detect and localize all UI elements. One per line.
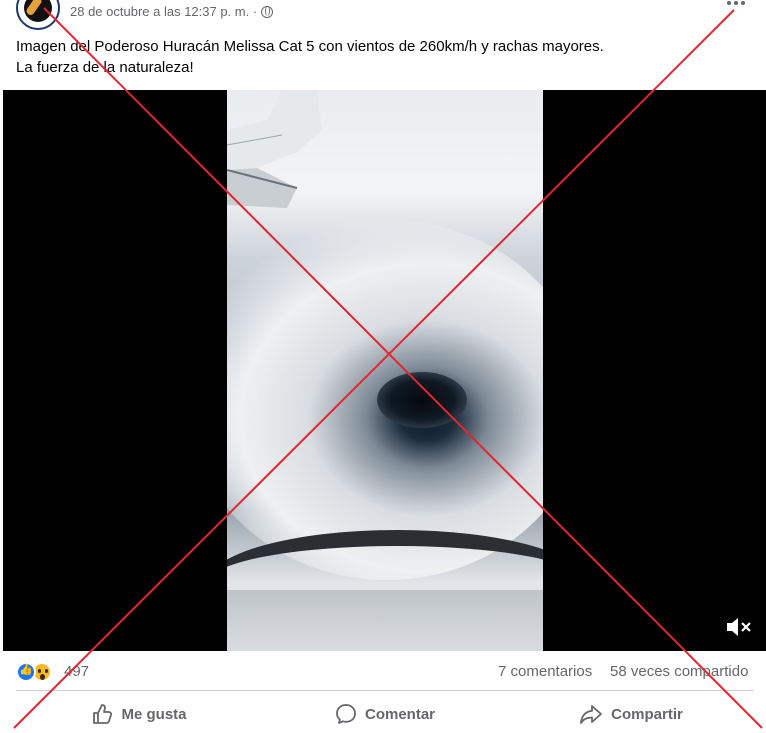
caption-line-1: Imagen del Poderoso Huracán Melissa Cat … <box>16 38 604 55</box>
share-icon <box>580 705 603 724</box>
like-reaction-icon[interactable] <box>16 662 36 682</box>
post-actions: Me gusta Comentar Compartir <box>16 696 754 732</box>
comment-label: Comentar <box>364 705 435 723</box>
globe-icon <box>261 5 274 18</box>
volume-muted-icon[interactable] <box>725 616 753 638</box>
post-timestamp[interactable]: 28 de octubre a las 12:37 p. m. · <box>70 4 274 19</box>
hurricane-eye <box>377 372 467 428</box>
post-header: 28 de octubre a las 12:37 p. m. · <box>0 0 766 30</box>
share-count[interactable]: 58 veces compartido <box>610 663 748 680</box>
post-caption: Imagen del Poderoso Huracán Melissa Cat … <box>16 36 746 78</box>
caption-line-2: La fuerza de la naturaleza! <box>16 59 194 76</box>
share-button[interactable]: Compartir <box>508 696 754 732</box>
page-avatar[interactable] <box>16 0 60 30</box>
airplane-wing <box>227 90 322 208</box>
video-player[interactable] <box>3 90 766 651</box>
video-frame-hurricane <box>227 90 543 651</box>
comment-button[interactable]: Comentar <box>262 696 508 732</box>
like-label: Me gusta <box>121 705 187 723</box>
timestamp-text[interactable]: 28 de octubre a las 12:37 p. m. · <box>70 4 257 19</box>
thumbs-up-icon <box>93 704 113 724</box>
post-stats: 497 7 comentarios 58 veces compartido <box>16 660 754 684</box>
more-options-icon[interactable] <box>724 0 748 10</box>
comment-count[interactable]: 7 comentarios <box>498 663 592 680</box>
reaction-count[interactable]: 497 <box>64 663 89 680</box>
divider <box>16 690 754 691</box>
window-frame <box>227 530 543 651</box>
like-button[interactable]: Me gusta <box>16 696 262 732</box>
share-label: Compartir <box>611 705 683 723</box>
comment-icon <box>336 704 356 724</box>
